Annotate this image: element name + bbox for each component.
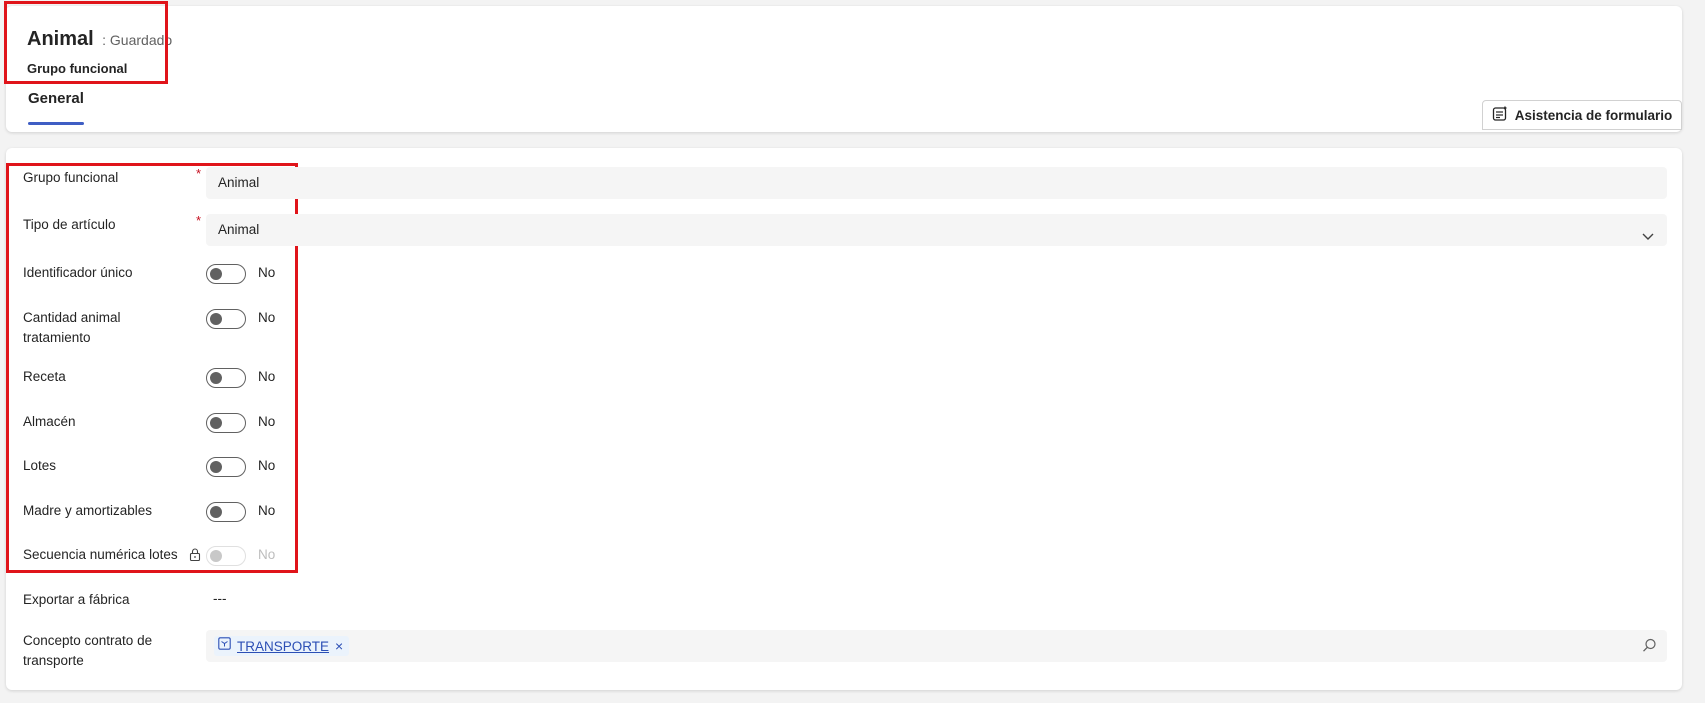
- identificador-unico-value: No: [258, 265, 276, 280]
- toggle-knob: [210, 268, 222, 280]
- identificador-unico-toggle[interactable]: [206, 264, 246, 284]
- toggle-knob: [210, 417, 222, 429]
- concepto-contrato-link[interactable]: TRANSPORTE: [237, 639, 329, 654]
- required-indicator: *: [196, 213, 202, 228]
- madre-amortizables-value: No: [258, 503, 276, 518]
- tipo-articulo-label: Tipo de artículo: [23, 217, 116, 232]
- lookup-tag: TRANSPORTE ×: [214, 636, 350, 656]
- lotes-label: Lotes: [23, 458, 57, 473]
- entity-icon: [218, 637, 231, 655]
- tab-selected-indicator: [28, 122, 84, 125]
- receta-value: No: [258, 369, 276, 384]
- tipo-articulo-select[interactable]: Animal: [206, 214, 1667, 246]
- madre-amortizables-toggle[interactable]: [206, 502, 246, 522]
- form-body: Grupo funcional * Animal Tipo de artícul…: [6, 148, 1682, 690]
- receta-label: Receta: [23, 369, 66, 384]
- remove-icon[interactable]: ×: [335, 638, 343, 654]
- highlight-box-header: [4, 1, 168, 84]
- toggle-knob: [210, 550, 222, 562]
- tab-general[interactable]: General: [28, 90, 84, 115]
- exportar-fabrica-value[interactable]: ---: [213, 591, 227, 606]
- cantidad-animal-toggle[interactable]: [206, 309, 246, 329]
- grupo-funcional-label: Grupo funcional: [23, 170, 119, 185]
- secuencia-numerica-label: Secuencia numérica lotes: [23, 547, 178, 562]
- cantidad-animal-value: No: [258, 310, 276, 325]
- required-indicator: *: [196, 166, 202, 181]
- toggle-knob: [210, 461, 222, 473]
- cantidad-animal-label: Cantidad animal tratamiento: [23, 310, 121, 345]
- toggle-knob: [210, 313, 222, 325]
- madre-amortizables-label: Madre y amortizables: [23, 503, 153, 518]
- secuencia-numerica-value: No: [258, 547, 276, 562]
- chevron-down-icon[interactable]: [1641, 223, 1655, 255]
- lock-icon: [189, 548, 201, 566]
- exportar-fabrica-label: Exportar a fábrica: [23, 592, 130, 607]
- toggle-knob: [210, 506, 222, 518]
- form-assist-icon: [1492, 105, 1509, 125]
- search-icon[interactable]: [1642, 638, 1657, 658]
- almacen-toggle[interactable]: [206, 413, 246, 433]
- grupo-funcional-input[interactable]: Animal: [206, 167, 1667, 199]
- tipo-articulo-value: Animal: [218, 222, 260, 237]
- form-assist-button[interactable]: Asistencia de formulario: [1482, 100, 1682, 130]
- concepto-contrato-lookup[interactable]: TRANSPORTE ×: [206, 630, 1667, 662]
- lotes-value: No: [258, 458, 276, 473]
- form-assist-label: Asistencia de formulario: [1514, 107, 1673, 123]
- concepto-contrato-label: Concepto contrato de transporte: [23, 633, 153, 668]
- secuencia-numerica-toggle: [206, 546, 246, 566]
- form-header: Animal : Guardado Grupo funcional Genera…: [4, 1, 1682, 132]
- toggle-knob: [210, 372, 222, 384]
- almacen-value: No: [258, 414, 276, 429]
- almacen-label: Almacén: [23, 414, 76, 429]
- lotes-toggle[interactable]: [206, 457, 246, 477]
- identificador-unico-label: Identificador único: [23, 265, 133, 280]
- receta-toggle[interactable]: [206, 368, 246, 388]
